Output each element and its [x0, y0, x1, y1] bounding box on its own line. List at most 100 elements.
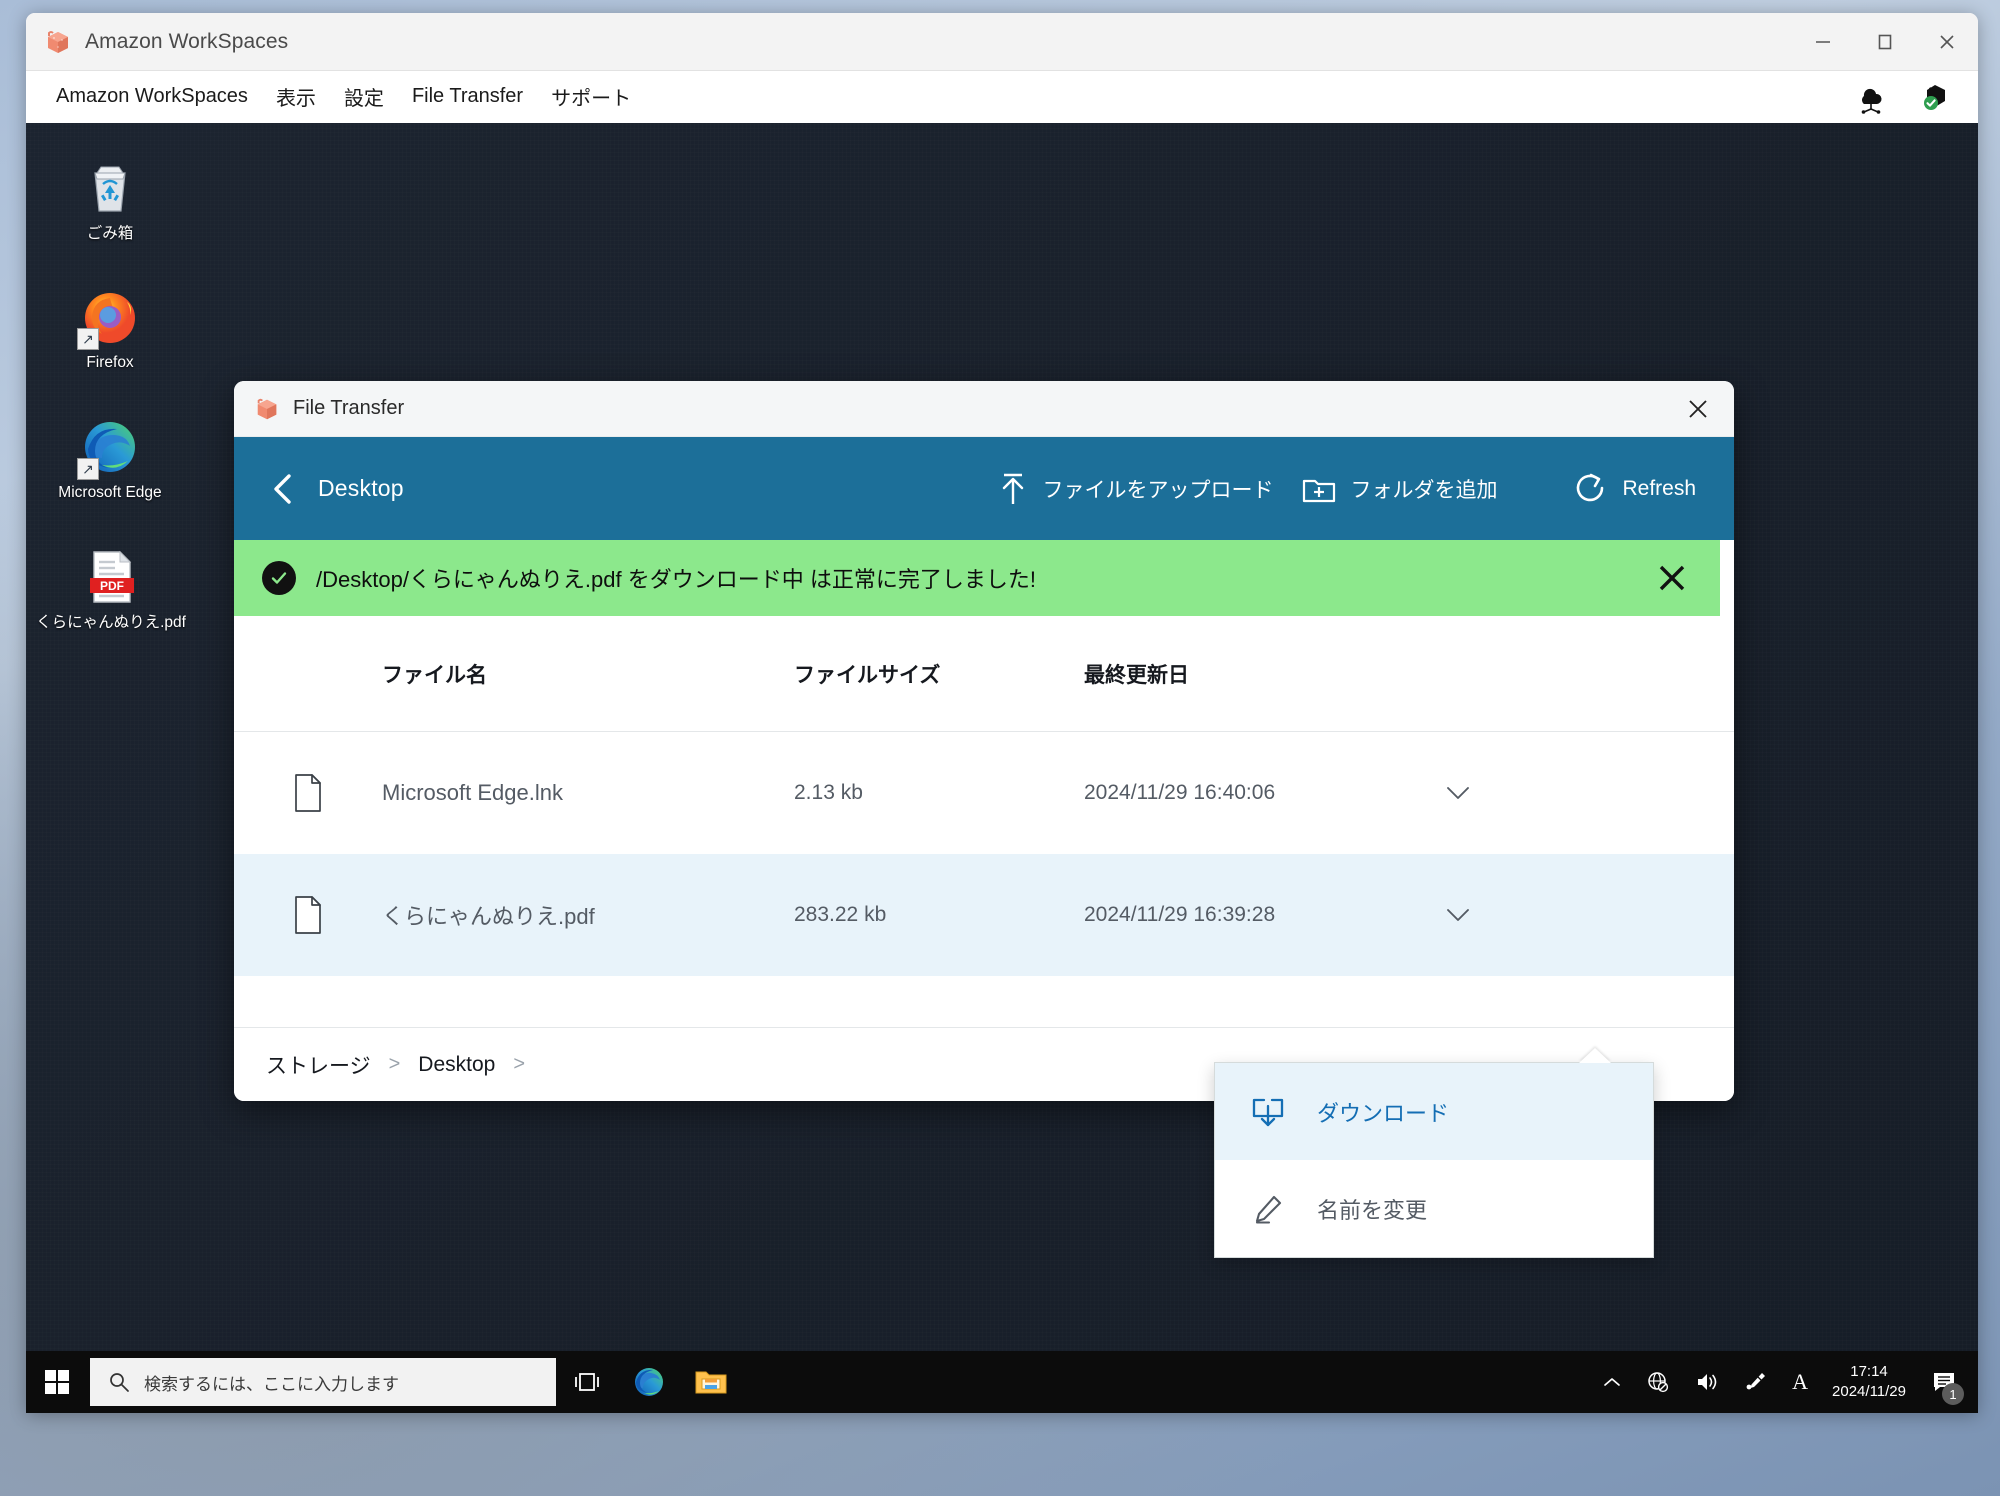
shortcut-arrow-icon: ↗ — [77, 458, 99, 480]
network-cloud-icon[interactable] — [1854, 80, 1888, 114]
toolbar-actions: ファイルをアップロード フォルダを追加 Refresh — [983, 460, 1710, 518]
workspaces-cube-icon — [254, 396, 280, 422]
close-button[interactable] — [1916, 13, 1978, 70]
context-menu-item-rename[interactable]: 名前を変更 — [1215, 1160, 1653, 1257]
row-menu-toggle[interactable] — [1436, 771, 1480, 815]
amazon-workspaces-window: Amazon WorkSpaces Amazon WorkSpaces 表示 設… — [26, 13, 1978, 1413]
file-modified-cell: 2024/11/29 16:39:28 — [1084, 903, 1276, 926]
row-context-menu: ダウンロード 名前を変更 — [1214, 1048, 1654, 1258]
add-folder-label: フォルダを追加 — [1350, 478, 1498, 502]
taskbar-tray: A 17:14 2024/11/29 1 — [1590, 1351, 1978, 1413]
taskbar-clock[interactable]: 17:14 2024/11/29 — [1820, 1351, 1918, 1413]
file-list-header: ファイル名 ファイルサイズ 最終更新日 — [234, 616, 1734, 732]
ime-pen-icon[interactable] — [1732, 1351, 1780, 1413]
success-banner-message: /Desktop/くらにゃんぬりえ.pdf をダウンロード中 は正常に完了しまし… — [316, 567, 1036, 592]
breadcrumb-separator: > — [388, 1053, 401, 1075]
column-header-filesize[interactable]: ファイルサイズ — [794, 659, 1084, 689]
folder-plus-icon — [1301, 473, 1337, 505]
file-modified-cell: 2024/11/29 16:40:06 — [1084, 781, 1276, 804]
file-size-cell: 2.13 kb — [794, 781, 863, 804]
file-name-text: Microsoft Edge.lnk — [382, 780, 563, 805]
upload-file-button[interactable]: ファイルをアップロード — [983, 460, 1287, 518]
file-explorer-icon[interactable] — [680, 1351, 742, 1413]
row-menu-toggle[interactable] — [1436, 893, 1480, 937]
add-folder-button[interactable]: フォルダを追加 — [1287, 463, 1511, 515]
file-transfer-title: File Transfer — [293, 397, 405, 419]
chevron-down-icon — [1445, 784, 1471, 802]
search-placeholder-text: 検索するには、ここに入力します — [144, 1374, 399, 1394]
desktop-icon-label: くらにゃんぬりえ.pdf — [36, 614, 186, 631]
dismiss-banner-button[interactable] — [1646, 552, 1698, 604]
search-input[interactable]: 検索するには、ここに入力します — [90, 1358, 556, 1406]
breadcrumb-separator: > — [513, 1053, 526, 1075]
table-row[interactable]: Microsoft Edge.lnk 2.13 kb 2024/11/29 16… — [234, 732, 1734, 854]
back-navigation-button[interactable]: Desktop — [260, 466, 414, 512]
file-name-cell: くらにゃんぬりえ.pdf — [234, 895, 794, 935]
clock-date: 2024/11/29 — [1832, 1383, 1906, 1400]
context-menu-item-label: ダウンロード — [1317, 1100, 1450, 1126]
search-icon — [108, 1371, 130, 1393]
maximize-button[interactable] — [1854, 13, 1916, 70]
context-menu-arrow — [1579, 1048, 1611, 1063]
file-list-body: ファイル名 ファイルサイズ 最終更新日 Microsoft Edge.lnk 2… — [234, 616, 1734, 1258]
menu-settings[interactable]: 設定 — [330, 78, 398, 115]
menu-file-transfer[interactable]: File Transfer — [398, 81, 537, 112]
minimize-button[interactable] — [1792, 13, 1854, 70]
menu-support[interactable]: サポート — [537, 78, 645, 115]
check-circle-icon — [262, 561, 296, 595]
desktop-icon-pdf-file[interactable]: PDF くらにゃんぬりえ.pdf — [32, 546, 190, 633]
file-transfer-close-button[interactable] — [1672, 387, 1724, 431]
microsoft-edge-icon: ↗ — [77, 416, 141, 480]
refresh-label: Refresh — [1622, 476, 1696, 500]
file-icon — [234, 773, 382, 813]
windows-start-icon[interactable] — [26, 1351, 88, 1413]
breadcrumb-root[interactable]: ストレージ — [266, 1050, 371, 1080]
row-actions-cell — [1414, 771, 1734, 815]
ime-alphanumeric-icon[interactable]: A — [1780, 1351, 1820, 1413]
task-view-icon[interactable] — [556, 1351, 618, 1413]
refresh-icon — [1573, 470, 1609, 508]
pencil-edit-icon — [1249, 1191, 1287, 1227]
column-header-filename[interactable]: ファイル名 — [234, 659, 794, 689]
desktop-icon-recycle-bin[interactable]: ごみ箱 — [44, 157, 176, 244]
file-transfer-toolbar: Desktop ファイルをアップロード フォルダを追加 Refresh — [234, 437, 1734, 540]
file-icon — [234, 895, 382, 935]
svg-text:PDF: PDF — [100, 579, 124, 593]
desktop-icon-microsoft-edge[interactable]: ↗ Microsoft Edge — [44, 416, 176, 503]
volume-icon[interactable] — [1682, 1351, 1732, 1413]
network-globe-blocked-icon[interactable] — [1634, 1351, 1682, 1413]
refresh-button[interactable]: Refresh — [1559, 460, 1710, 518]
breadcrumb-current[interactable]: Desktop — [418, 1053, 495, 1077]
clock-time: 17:14 — [1850, 1362, 1888, 1380]
desktop-icon-label: ごみ箱 — [86, 225, 134, 242]
context-menu-item-download[interactable]: ダウンロード — [1215, 1063, 1653, 1160]
chevron-up-icon[interactable] — [1590, 1351, 1634, 1413]
column-header-modified[interactable]: 最終更新日 — [1084, 659, 1414, 689]
pdf-file-icon: PDF — [80, 546, 142, 608]
remote-desktop-canvas: ごみ箱 ↗ Firefox ↗ Microsoft Edge PDF くらにゃん… — [26, 123, 1978, 1413]
current-directory-label: Desktop — [318, 475, 404, 501]
row-actions-cell — [1414, 893, 1734, 937]
application-menubar: Amazon WorkSpaces 表示 設定 File Transfer サポ… — [26, 71, 1978, 123]
shortcut-arrow-icon: ↗ — [77, 328, 99, 350]
shield-check-icon[interactable] — [1918, 80, 1952, 114]
recycle-bin-icon — [79, 157, 141, 219]
notifications-icon[interactable]: 1 — [1918, 1351, 1970, 1413]
chevron-left-icon — [270, 472, 296, 506]
taskbar-microsoft-edge-icon[interactable] — [618, 1351, 680, 1413]
file-name-cell: Microsoft Edge.lnk — [234, 773, 794, 813]
file-transfer-titlebar: File Transfer — [234, 381, 1734, 437]
table-row[interactable]: くらにゃんぬりえ.pdf 283.22 kb 2024/11/29 16:39:… — [234, 854, 1734, 976]
menu-view[interactable]: 表示 — [262, 78, 330, 115]
window-title: Amazon WorkSpaces — [85, 29, 289, 53]
firefox-icon: ↗ — [77, 286, 141, 350]
desktop-icon-firefox[interactable]: ↗ Firefox — [44, 286, 176, 373]
desktop-icon-label: Firefox — [86, 354, 134, 371]
menu-amazon-workspaces[interactable]: Amazon WorkSpaces — [48, 81, 262, 112]
context-menu-item-label: 名前を変更 — [1317, 1197, 1428, 1223]
windows-taskbar: 検索するには、ここに入力します A 17:14 2024/11/29 1 — [26, 1351, 1978, 1413]
success-banner: /Desktop/くらにゃんぬりえ.pdf をダウンロード中 は正常に完了しまし… — [234, 540, 1720, 616]
upload-arrow-icon — [997, 470, 1029, 508]
window-titlebar: Amazon WorkSpaces — [26, 13, 1978, 71]
desktop-icon-label: Microsoft Edge — [58, 484, 162, 501]
